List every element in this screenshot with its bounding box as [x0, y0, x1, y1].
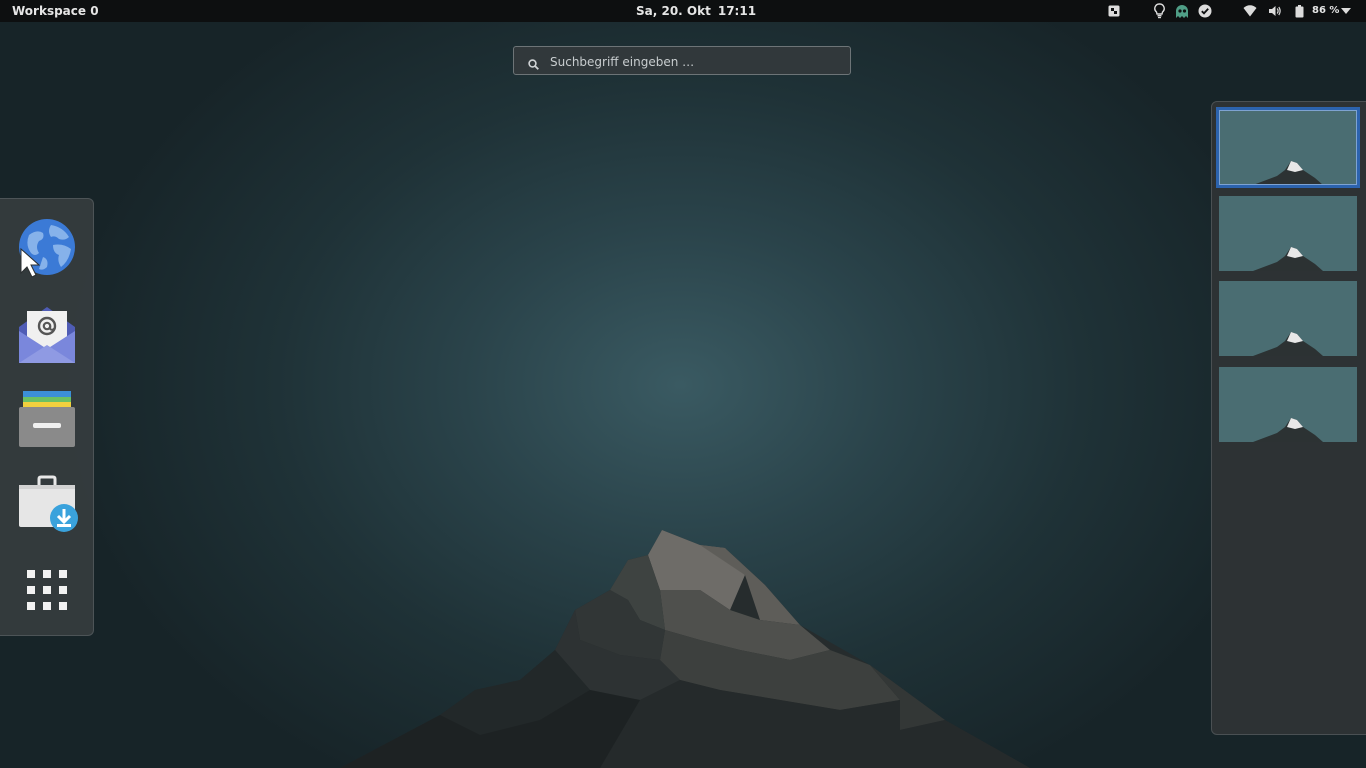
time-label: 17:11 — [717, 4, 757, 18]
check-circle-icon[interactable] — [1197, 2, 1213, 20]
workspace-thumbnail[interactable] — [1219, 281, 1357, 356]
top-bar: Workspace 0 Sa, 20. Okt 17:11 86 % — [0, 0, 1366, 22]
screenshot-icon[interactable] — [1107, 2, 1121, 20]
web-browser-icon[interactable] — [15, 215, 79, 279]
wifi-icon[interactable] — [1242, 2, 1258, 20]
workspace-thumbnail[interactable] — [1216, 107, 1360, 188]
files-icon[interactable] — [15, 387, 79, 451]
search-input[interactable] — [548, 47, 842, 76]
software-center-icon[interactable] — [15, 473, 79, 537]
clock[interactable]: Sa, 20. Okt 17:11 — [636, 4, 763, 18]
battery-icon[interactable] — [1293, 2, 1305, 20]
menu-arrow-icon[interactable] — [1339, 2, 1353, 20]
mail-icon[interactable] — [15, 301, 79, 365]
lightbulb-icon[interactable] — [1152, 2, 1166, 20]
date-label: Sa, 20. Okt — [636, 4, 711, 18]
wallpaper-mountain — [340, 530, 1030, 768]
workspace-indicator[interactable]: Workspace 0 — [12, 4, 99, 18]
dash — [0, 198, 94, 636]
ghost-icon[interactable] — [1174, 2, 1190, 20]
battery-percentage[interactable]: 86 % — [1312, 5, 1339, 16]
search-icon — [528, 55, 539, 74]
show-applications-icon[interactable] — [15, 559, 79, 623]
volume-icon[interactable] — [1267, 2, 1283, 20]
search-box[interactable] — [513, 46, 851, 76]
workspace-thumbnail[interactable] — [1219, 196, 1357, 271]
workspace-thumbnail[interactable] — [1219, 367, 1357, 442]
